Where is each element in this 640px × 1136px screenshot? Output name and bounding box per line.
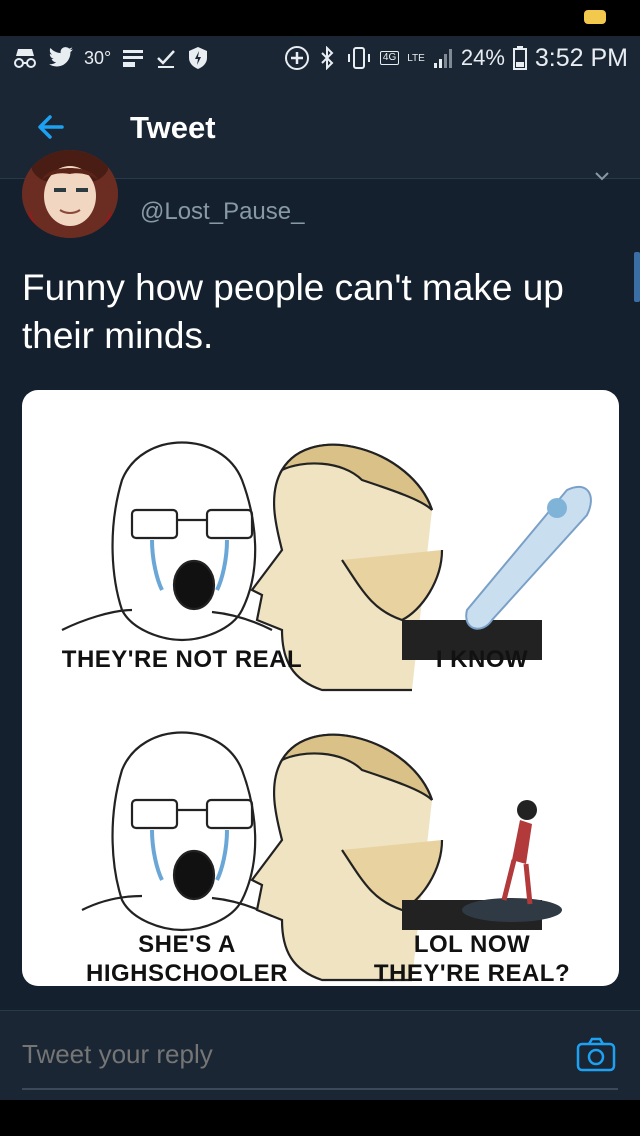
divider (22, 1088, 618, 1090)
notification-indicator (584, 10, 606, 24)
meme-caption: I KNOW (435, 646, 529, 673)
signal-icon (433, 47, 453, 69)
arrow-left-icon[interactable] (34, 110, 68, 144)
crying-wojak-icon (61, 441, 273, 642)
twitter-icon (48, 47, 74, 69)
vibrate-icon (346, 46, 372, 70)
body-pillow-illustration (465, 485, 592, 630)
meme-caption: THEY'RE NOT REAL (61, 646, 303, 673)
tweet-text: Funny how people can't make up their min… (22, 267, 564, 356)
weather-icon (121, 47, 145, 69)
network-badge: 4G (379, 51, 400, 65)
user-handle[interactable]: @Lost_Pause_ (140, 198, 304, 226)
tweet-media[interactable]: THEY'RE NOT REAL I KNOW SHE'S A HIGHSCHO… (22, 390, 619, 986)
system-bottom-bar (0, 1100, 640, 1136)
figurine-illustration (462, 800, 562, 922)
reply-input[interactable] (22, 1039, 522, 1070)
battery-percent: 24% (460, 45, 505, 70)
meme-caption: SHE'S A HIGHSCHOOLER (42, 930, 332, 986)
meme-caption-line: HIGHSCHOOLER (85, 960, 288, 986)
clock: 3:52 PM (534, 43, 628, 72)
status-bar: 30° 4G LTE 24% 3:52 PM (0, 36, 640, 80)
scrollbar[interactable] (634, 252, 640, 302)
incognito-icon (12, 47, 38, 69)
meme-caption-line: SHE'S A (138, 931, 236, 958)
meme-caption: LOL NOW THEY'RE REAL? (342, 930, 602, 986)
temperature-text: 30° (84, 47, 112, 68)
crying-wojak-icon (81, 731, 273, 932)
meme-illustration (61, 441, 592, 982)
download-icon (155, 47, 177, 69)
chevron-down-icon[interactable] (594, 168, 610, 184)
system-top-bar (0, 0, 640, 36)
meme-caption-line: THEY'RE REAL? (373, 960, 571, 986)
battery-icon (512, 46, 527, 70)
meme-caption-line: LOL NOW (413, 931, 531, 958)
avatar[interactable] (22, 150, 118, 238)
page-title: Tweet (130, 110, 216, 145)
add-circle-icon (284, 45, 310, 71)
bluetooth-icon (318, 46, 338, 70)
shield-icon (187, 46, 209, 70)
lte-label: LTE (407, 52, 425, 64)
camera-icon[interactable] (576, 1037, 616, 1073)
